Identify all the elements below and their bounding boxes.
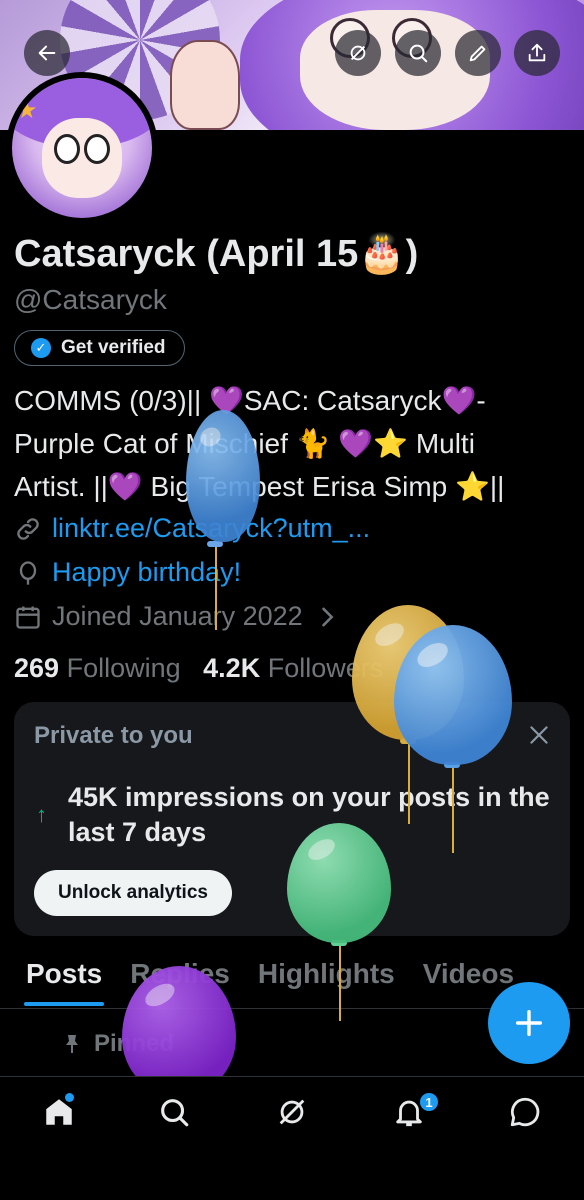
verified-badge-icon: ✓ (31, 338, 51, 358)
birthday-row: Happy birthday! (14, 557, 241, 588)
bio-line: Artist. ||💜 Big Tempest Erisa Simp ⭐|| (14, 471, 505, 502)
notification-count-badge: 1 (418, 1091, 440, 1113)
get-verified-label: Get verified (61, 337, 166, 358)
messages-icon (510, 1097, 540, 1127)
get-verified-button[interactable]: ✓ Get verified (14, 330, 185, 366)
balloon-blue (186, 410, 260, 542)
bio-line: COMMS (0/3)|| 💜SAC: Catsaryck💜- (14, 385, 486, 416)
close-icon[interactable] (526, 722, 552, 748)
edit-button[interactable] (455, 30, 501, 76)
grok-icon (350, 45, 366, 61)
birthday-text[interactable]: Happy birthday! (52, 557, 241, 588)
nav-search[interactable] (157, 1095, 197, 1135)
display-name: Catsaryck (April 15🎂) (14, 233, 419, 275)
following-link[interactable]: 269 Following (14, 653, 181, 683)
tab-highlights[interactable]: Highlights (258, 950, 395, 1008)
link-icon (17, 517, 39, 540)
nav-grok[interactable] (275, 1095, 315, 1135)
search-button[interactable] (395, 30, 441, 76)
edit-icon (469, 45, 486, 62)
tab-posts[interactable]: Posts (23, 950, 105, 1008)
plus-icon (515, 1009, 543, 1037)
share-icon (528, 43, 546, 62)
profile-bio: COMMS (0/3)|| 💜SAC: Catsaryck💜- Purple C… (14, 379, 574, 508)
card-title: Private to you (34, 722, 193, 749)
grok-button[interactable] (335, 30, 381, 76)
balloon-green (287, 823, 391, 943)
search-icon (161, 1099, 189, 1127)
arrow-up-icon: ↑ (36, 802, 47, 827)
back-button[interactable] (24, 30, 70, 76)
arrow-left-icon (38, 45, 56, 61)
grok-icon (279, 1099, 305, 1125)
following-count: 269 (14, 653, 60, 683)
unlock-analytics-button[interactable]: Unlock analytics (34, 870, 232, 916)
search-icon (409, 44, 428, 63)
share-button[interactable] (514, 30, 560, 76)
balloon-blue (394, 625, 512, 765)
joined-date: Joined January 2022 (52, 601, 303, 631)
username-handle: @Catsaryck (14, 284, 167, 315)
compose-post-button[interactable] (488, 982, 570, 1064)
followers-count: 4.2K (203, 653, 261, 683)
unread-dot (65, 1093, 74, 1102)
bottom-navigation: 1 (0, 1076, 584, 1200)
nav-messages[interactable] (508, 1095, 548, 1135)
balloon-icon (19, 560, 37, 585)
pin-icon (66, 1035, 78, 1053)
joined-row[interactable]: Joined January 2022 (14, 601, 341, 632)
follow-counts: 269 Following 4.2K Followers (14, 653, 383, 684)
bio-line: Purple Cat of Mischief 🐈 💜⭐ Multi (14, 428, 475, 459)
nav-home[interactable] (42, 1095, 82, 1135)
avatar[interactable]: ★ (6, 72, 158, 224)
calendar-icon (16, 606, 40, 629)
chevron-right-icon (321, 607, 334, 626)
following-label: Following (66, 653, 181, 683)
